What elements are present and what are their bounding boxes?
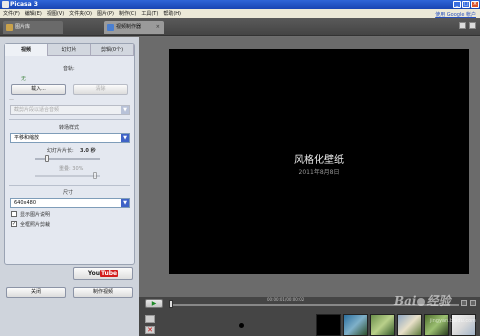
duration-slider-handle[interactable]: [45, 155, 49, 162]
youtube-upload-button[interactable]: YouTube: [73, 267, 133, 280]
tab-library-label: 图片库: [15, 24, 31, 30]
close-button[interactable]: 关闭: [6, 287, 66, 298]
menu-picture[interactable]: 图片(P): [97, 10, 114, 17]
panel-tabs: 视频 幻灯片 剪辑(0个): [5, 44, 134, 56]
panel-tab-clips[interactable]: 剪辑(0个): [91, 44, 134, 56]
full-frame-crop-label: 全框照片剪裁: [20, 222, 51, 228]
title-bar: Picasa 3 _ □ ×: [0, 0, 480, 9]
layout-icon[interactable]: [459, 22, 466, 29]
clip-thumbnail-title[interactable]: [316, 314, 341, 336]
tab-movie-maker[interactable]: 视频制作器 ×: [104, 21, 164, 34]
watermark-url: jingyan.baidu.com: [429, 318, 476, 324]
menu-create[interactable]: 制作(C): [119, 10, 136, 17]
menu-folder[interactable]: 文件夹(O): [69, 10, 92, 17]
close-window-button[interactable]: ×: [471, 1, 479, 8]
picasa-app-icon: [2, 1, 9, 8]
divider: [9, 119, 130, 120]
menu-bar: 文件(F) 编辑(E) 视图(V) 文件夹(O) 图片(P) 制作(C) 工具(…: [0, 9, 480, 18]
movie-icon: [107, 24, 114, 31]
audio-option-dropdown[interactable]: 截剪片段以适合音频 ▼: [10, 105, 130, 115]
menu-edit[interactable]: 编辑(E): [25, 10, 42, 17]
transition-style-dropdown[interactable]: 平移和缩放 ▼: [10, 133, 130, 143]
show-captions-checkbox[interactable]: [11, 211, 17, 217]
watermark-brand: Bai: [394, 294, 417, 308]
window-controls: _ □ ×: [453, 1, 479, 8]
youtube-tube-text: Tube: [100, 270, 119, 277]
audio-label-disabled: —: [9, 97, 14, 103]
transition-style-label: 转场样式: [59, 125, 80, 131]
dimensions-label: 尺寸: [63, 190, 74, 196]
full-frame-crop-checkbox[interactable]: ✓: [11, 221, 17, 227]
timeline-marker: [239, 323, 244, 328]
clear-button[interactable]: 清除: [73, 84, 128, 95]
watermark-brand2: 经验: [426, 294, 451, 308]
dimensions-value: 640x480: [14, 200, 37, 206]
close-tab-icon[interactable]: ×: [156, 21, 160, 34]
overlap-slider-track[interactable]: [35, 175, 100, 177]
menu-view[interactable]: 视图(V): [47, 10, 64, 17]
panel-tab-slides[interactable]: 幻灯片: [48, 44, 91, 56]
chevron-down-icon: ▼: [121, 199, 129, 207]
clip-thumbnail[interactable]: [370, 314, 395, 336]
timecode: 00:00:01/00:00:02: [267, 297, 305, 302]
overlap-slider-handle[interactable]: [93, 172, 97, 179]
left-panel: 视频 幻灯片 剪辑(0个) 音轨: 无 载入... 清除 — 截剪片段以适合音频…: [0, 37, 139, 336]
video-preview[interactable]: 风格化壁纸 2011年8月8日: [169, 49, 469, 274]
make-video-button[interactable]: 制作视频: [73, 287, 133, 298]
panel-tab-movie[interactable]: 视频: [5, 44, 48, 56]
baidu-paw-icon: [417, 297, 426, 306]
minimize-button[interactable]: _: [453, 1, 461, 8]
chevron-down-icon: ▼: [121, 134, 129, 142]
movie-settings-panel: 视频 幻灯片 剪辑(0个) 音轨: 无 载入... 清除 — 截剪片段以适合音频…: [4, 43, 135, 265]
overlap-label: 重叠: 30%: [59, 166, 84, 172]
google-signin-link[interactable]: 使用 Google 帐户: [435, 11, 476, 18]
menu-help[interactable]: 帮助(H): [163, 10, 181, 17]
baidu-watermark: Bai 经验: [394, 292, 474, 318]
preview-stage: 风格化壁纸 2011年8月8日: [139, 37, 480, 297]
transition-style-value: 平移和缩放: [14, 135, 40, 141]
preview-date: 2011年8月8日: [298, 169, 340, 176]
dimensions-dropdown[interactable]: 640x480 ▼: [10, 198, 130, 208]
tab-library[interactable]: 图片库: [3, 21, 63, 34]
clip-thumbnail[interactable]: [343, 314, 368, 336]
menu-file[interactable]: 文件(F): [3, 10, 20, 17]
play-button[interactable]: ▶: [145, 299, 163, 308]
audio-option-value: 截剪片段以适合音频: [14, 107, 60, 113]
youtube-you-text: You: [87, 270, 101, 277]
library-icon: [6, 24, 13, 31]
fullscreen-icon[interactable]: [469, 22, 476, 29]
divider: [9, 185, 130, 186]
add-clip-icon[interactable]: [145, 315, 155, 323]
show-captions-label: 显示图片说明: [20, 212, 51, 218]
preview-title: 风格化壁纸: [294, 155, 344, 166]
maximize-button[interactable]: □: [462, 1, 470, 8]
window-title: Picasa 3: [10, 1, 38, 8]
load-button[interactable]: 载入...: [11, 84, 66, 95]
delete-clip-icon[interactable]: ✕: [145, 326, 155, 334]
tab-bar: 图片库 视频制作器 ×: [0, 18, 480, 36]
scrubber-handle[interactable]: [169, 300, 173, 308]
menu-tools[interactable]: 工具(T): [141, 10, 158, 17]
top-right-icons: [459, 22, 476, 29]
audio-track-value: 无: [21, 76, 27, 82]
slide-duration-label: 幻灯片片长:: [47, 148, 74, 154]
slide-duration-value: 3.0 秒: [80, 148, 96, 154]
chevron-down-icon: ▼: [121, 106, 129, 114]
audio-track-label: 音轨:: [63, 66, 75, 72]
tab-movie-maker-label: 视频制作器: [116, 24, 142, 30]
